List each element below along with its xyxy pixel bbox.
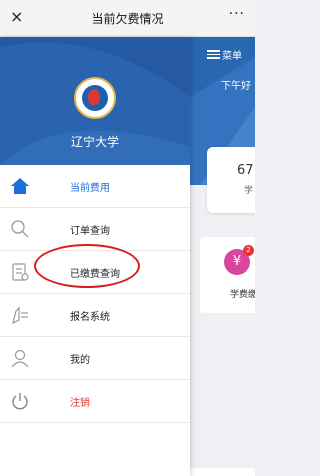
menu-item-mine[interactable]: 我的	[0, 337, 190, 380]
drawer-menu: 当前费用 订单查询 已缴费查询 报名系统 我的 注销	[0, 165, 190, 423]
page-title: 当前欠费情况	[91, 12, 164, 26]
tuition-payment-tile[interactable]: ¥ 2 学费缴费	[200, 237, 255, 313]
summary-card[interactable]: 67 学	[207, 147, 255, 213]
power-icon	[12, 393, 28, 410]
home-icon	[11, 178, 29, 194]
university-logo	[74, 77, 116, 119]
menu-item-logout[interactable]: 注销	[0, 380, 190, 423]
background-page: 菜单 下午好 67 学 ¥ 2 学费缴费	[190, 37, 255, 476]
menu-label: 菜单	[222, 51, 242, 62]
menu-item-registration[interactable]: 报名系统	[0, 294, 190, 337]
receipt-icon	[12, 263, 29, 281]
summary-number: 67	[237, 163, 254, 178]
title-bar: × 当前欠费情况 ···	[0, 0, 255, 37]
search-icon	[11, 220, 29, 238]
menu-button[interactable]: 菜单	[207, 47, 242, 62]
menu-item-label: 我的	[70, 355, 90, 366]
summary-label: 学	[244, 186, 254, 196]
pen-icon	[12, 306, 28, 325]
menu-item-current-fees[interactable]: 当前费用	[0, 165, 190, 208]
menu-item-label: 订单查询	[70, 226, 110, 237]
menu-item-label: 已缴费查询	[70, 269, 120, 280]
more-options-button[interactable]: ···	[229, 6, 245, 22]
menu-item-paid-query[interactable]: 已缴费查询	[0, 251, 190, 294]
school-name: 辽宁大学	[70, 135, 119, 149]
menu-item-order-query[interactable]: 订单查询	[0, 208, 190, 251]
tuition-payment-label: 学费缴费	[230, 290, 255, 300]
drawer-header: 辽宁大学	[0, 37, 190, 165]
user-icon	[11, 349, 29, 368]
menu-item-label: 注销	[70, 398, 90, 409]
menu-item-label: 报名系统	[70, 312, 110, 323]
hamburger-icon	[207, 48, 220, 61]
menu-item-label: 当前费用	[70, 183, 110, 194]
side-drawer: 辽宁大学 当前费用 订单查询 已缴费查询 报名系统 我的 注销	[0, 37, 190, 476]
notification-badge: 2	[243, 245, 254, 256]
greeting-text: 下午好	[221, 81, 251, 92]
